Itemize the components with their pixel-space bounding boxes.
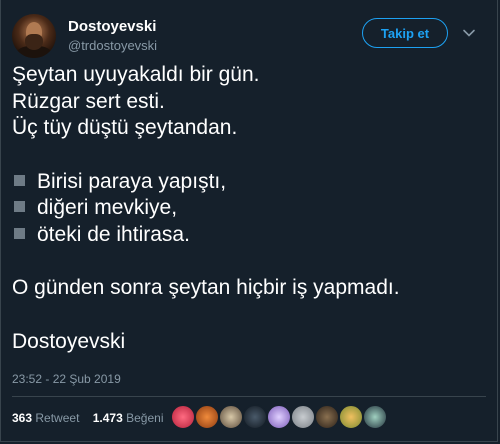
bullet-square-icon	[14, 174, 25, 186]
avatar[interactable]	[314, 404, 340, 430]
bullet-item: diğeri mevkiye,	[12, 195, 482, 222]
like-label[interactable]: Beğeni	[126, 411, 163, 425]
author-handle[interactable]: @trdostoyevski	[68, 38, 157, 53]
bullet-item: öteki de ihtirasa.	[12, 222, 482, 249]
tweet-line: Rüzgar sert esti.	[12, 89, 165, 113]
tweet-signature: Dostoyevski	[12, 329, 126, 353]
tweet-timestamp[interactable]: 23:52 - 22 Şub 2019	[12, 372, 121, 386]
bullet-square-icon	[14, 201, 25, 212]
bullet-square-icon	[14, 227, 25, 239]
like-count[interactable]: 1.473	[93, 411, 123, 425]
bullet-item: Birisi paraya yapıştı,	[12, 169, 482, 196]
avatar[interactable]	[194, 404, 220, 430]
author-name[interactable]: Dostoyevski	[68, 18, 156, 35]
divider	[12, 396, 486, 397]
avatar[interactable]	[338, 404, 364, 430]
avatar[interactable]	[362, 404, 388, 430]
avatar[interactable]	[290, 404, 316, 430]
avatar[interactable]	[242, 404, 268, 430]
bullet-text: diğeri mevkiye,	[37, 196, 178, 219]
follow-button[interactable]: Takip et	[362, 18, 448, 48]
tweet-header: Dostoyevski @trdostoyevski Takip et	[12, 12, 488, 60]
retweet-label[interactable]: Retweet	[35, 411, 79, 425]
chevron-down-icon[interactable]	[462, 26, 476, 40]
tweet-closing: O günden sonra şeytan hiçbir iş yapmadı.	[12, 276, 400, 299]
avatar[interactable]	[266, 404, 292, 430]
avatar[interactable]	[218, 404, 244, 430]
bullet-text: öteki de ihtirasa.	[37, 222, 190, 246]
avatar[interactable]	[12, 14, 56, 58]
avatar[interactable]	[170, 404, 196, 430]
tweet-text: Şeytan uyuyakaldı bir gün. Rüzgar sert e…	[12, 62, 482, 355]
tweet-stats: 363 Retweet 1.473 Beğeni	[12, 403, 164, 433]
tweet-line: Şeytan uyuyakaldı bir gün.	[12, 63, 260, 86]
bullet-text: Birisi paraya yapıştı,	[37, 169, 227, 193]
retweet-count[interactable]: 363	[12, 411, 32, 425]
tweet-line: Üç tüy düştü şeytandan.	[12, 116, 238, 139]
